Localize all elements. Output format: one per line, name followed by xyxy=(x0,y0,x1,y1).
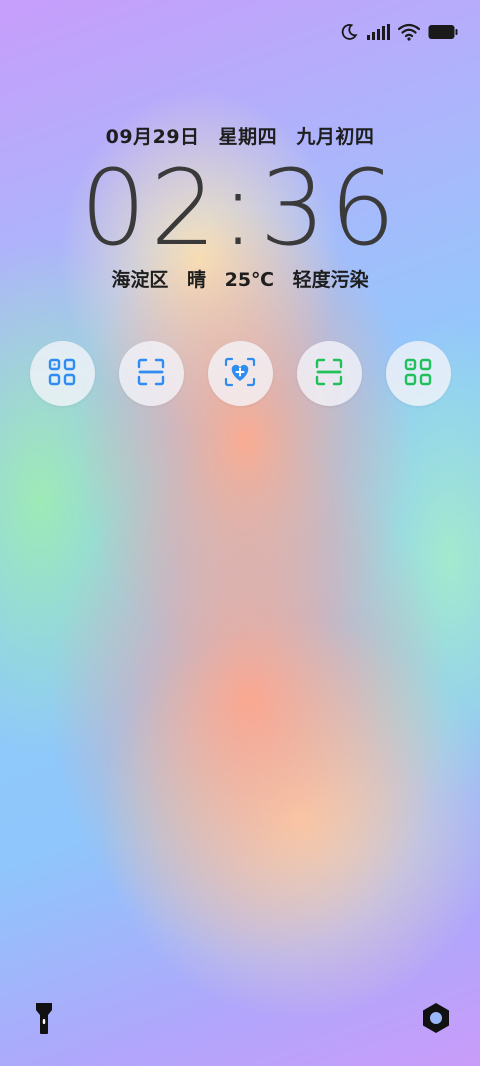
wifi-icon xyxy=(398,23,420,41)
qr-grid-icon xyxy=(404,358,432,390)
scanner-shortcut[interactable] xyxy=(118,341,184,406)
camera-button[interactable] xyxy=(414,998,458,1042)
flashlight-button[interactable] xyxy=(22,998,66,1042)
signal-icon xyxy=(366,24,390,40)
lunar-date-text: 九月初四 xyxy=(296,126,375,148)
scan-frame-icon xyxy=(315,358,343,390)
camera-shutter-icon xyxy=(420,1002,452,1038)
heart-plus-icon xyxy=(224,357,256,391)
date-text: 09月29日 xyxy=(105,126,200,148)
weather-text: 晴 xyxy=(186,269,206,291)
scan-frame-icon xyxy=(137,358,165,390)
weather-line: 海淀区 晴 25℃ 轻度污染 xyxy=(0,265,480,292)
weekday-text: 星期四 xyxy=(218,126,278,148)
lock-screen: 09月29日 星期四 九月初四 02:36 海淀区 晴 25℃ 轻度污染 xyxy=(0,0,480,1066)
flashlight-icon xyxy=(34,1001,54,1039)
date-line: 09月29日 星期四 九月初四 xyxy=(0,122,480,149)
location-text: 海淀区 xyxy=(111,269,169,291)
qr-scan-shortcut[interactable] xyxy=(29,341,95,406)
green-qr-shortcut[interactable] xyxy=(385,341,451,406)
air-quality-text: 轻度污染 xyxy=(292,269,369,291)
shortcut-row xyxy=(0,341,480,406)
qr-grid-icon xyxy=(48,358,76,390)
moon-icon xyxy=(340,23,358,41)
battery-icon xyxy=(428,24,458,40)
health-code-shortcut[interactable] xyxy=(207,341,273,406)
green-scan-shortcut[interactable] xyxy=(296,341,362,406)
clock: 02:36 xyxy=(80,147,400,269)
status-bar xyxy=(340,18,458,46)
temperature-text: 25℃ xyxy=(224,269,275,291)
